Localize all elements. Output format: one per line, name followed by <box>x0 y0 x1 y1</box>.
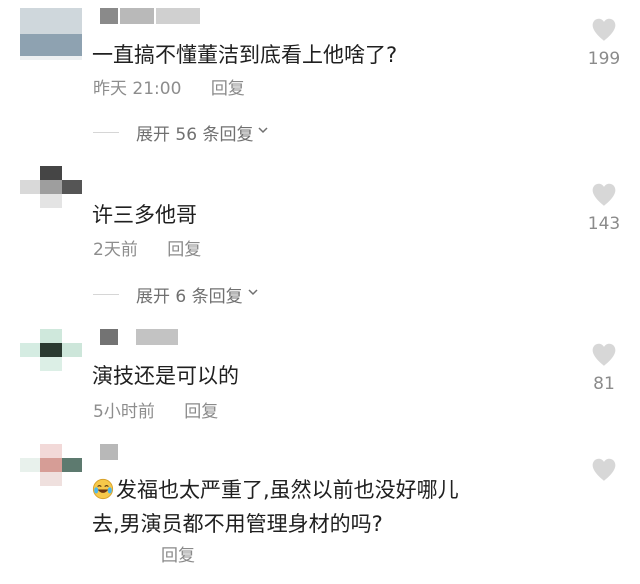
reply-button[interactable]: 回复 <box>184 402 218 422</box>
comment-text: 许三多他哥 <box>92 203 197 227</box>
comment-item: 一直搞不懂董洁到底看上他啥了? 昨天 21:00 回复 展开 56 条回复 19… <box>0 0 640 154</box>
comment-text-line2: 去,男演员都不用管理身材的吗? <box>92 512 383 536</box>
expand-replies[interactable]: 展开 56 条回复 <box>93 121 268 145</box>
like-count: 81 <box>593 374 615 394</box>
comment-item: 演技还是可以的 5小时前 回复 81 <box>0 320 640 435</box>
heart-icon <box>592 18 616 41</box>
comment-time: 昨天 21:00 <box>93 79 182 99</box>
heart-icon <box>592 458 616 481</box>
avatar[interactable] <box>20 8 82 60</box>
comment-meta: 5小时前 回复 <box>93 402 218 422</box>
heart-icon <box>592 343 616 366</box>
chevron-down-icon <box>258 125 268 135</box>
reply-button[interactable]: 回复 <box>167 240 201 260</box>
avatar[interactable] <box>20 444 82 496</box>
like-count: 199 <box>587 49 621 69</box>
comment-text-line: 发福也太严重了,虽然以前也没好哪儿 <box>92 473 562 507</box>
comment-text: 一直搞不懂董洁到底看上他啥了? <box>92 43 398 67</box>
laughing-crying-emoji-icon <box>92 478 114 500</box>
comment-time: 2天前 <box>93 240 138 260</box>
expand-replies[interactable]: 展开 6 条回复 <box>93 283 258 307</box>
expand-replies-label: 展开 6 条回复 <box>136 286 243 307</box>
comment-text: 发福也太严重了,虽然以前也没好哪儿 去,男演员都不用管理身材的吗? <box>92 473 562 541</box>
expand-divider <box>93 131 119 133</box>
comment-time: 5小时前 <box>93 402 155 422</box>
reply-button[interactable]: 回复 <box>161 546 195 566</box>
like-button[interactable]: 143 <box>586 182 622 233</box>
comment-meta: 回复 <box>161 546 195 566</box>
comment-item: 许三多他哥 2天前 回复 展开 6 条回复 143 <box>0 154 640 320</box>
comment-text-line1: 发福也太严重了,虽然以前也没好哪儿 <box>116 478 459 502</box>
like-button[interactable] <box>586 457 622 482</box>
expand-replies-label: 展开 56 条回复 <box>136 124 254 145</box>
like-count: 143 <box>587 214 621 234</box>
heart-icon <box>592 183 616 206</box>
chevron-down-icon <box>248 287 258 297</box>
reply-button[interactable]: 回复 <box>211 79 245 99</box>
comment-meta: 昨天 21:00 回复 <box>93 79 245 99</box>
like-button[interactable]: 199 <box>586 17 622 68</box>
like-button[interactable]: 81 <box>586 342 622 393</box>
comment-meta: 2天前 回复 <box>93 240 201 260</box>
avatar[interactable] <box>20 166 82 218</box>
expand-divider <box>93 293 119 295</box>
comment-item: 发福也太严重了,虽然以前也没好哪儿 去,男演员都不用管理身材的吗? 回复 <box>0 435 640 584</box>
comment-text: 演技还是可以的 <box>92 364 239 388</box>
avatar[interactable] <box>20 329 82 381</box>
